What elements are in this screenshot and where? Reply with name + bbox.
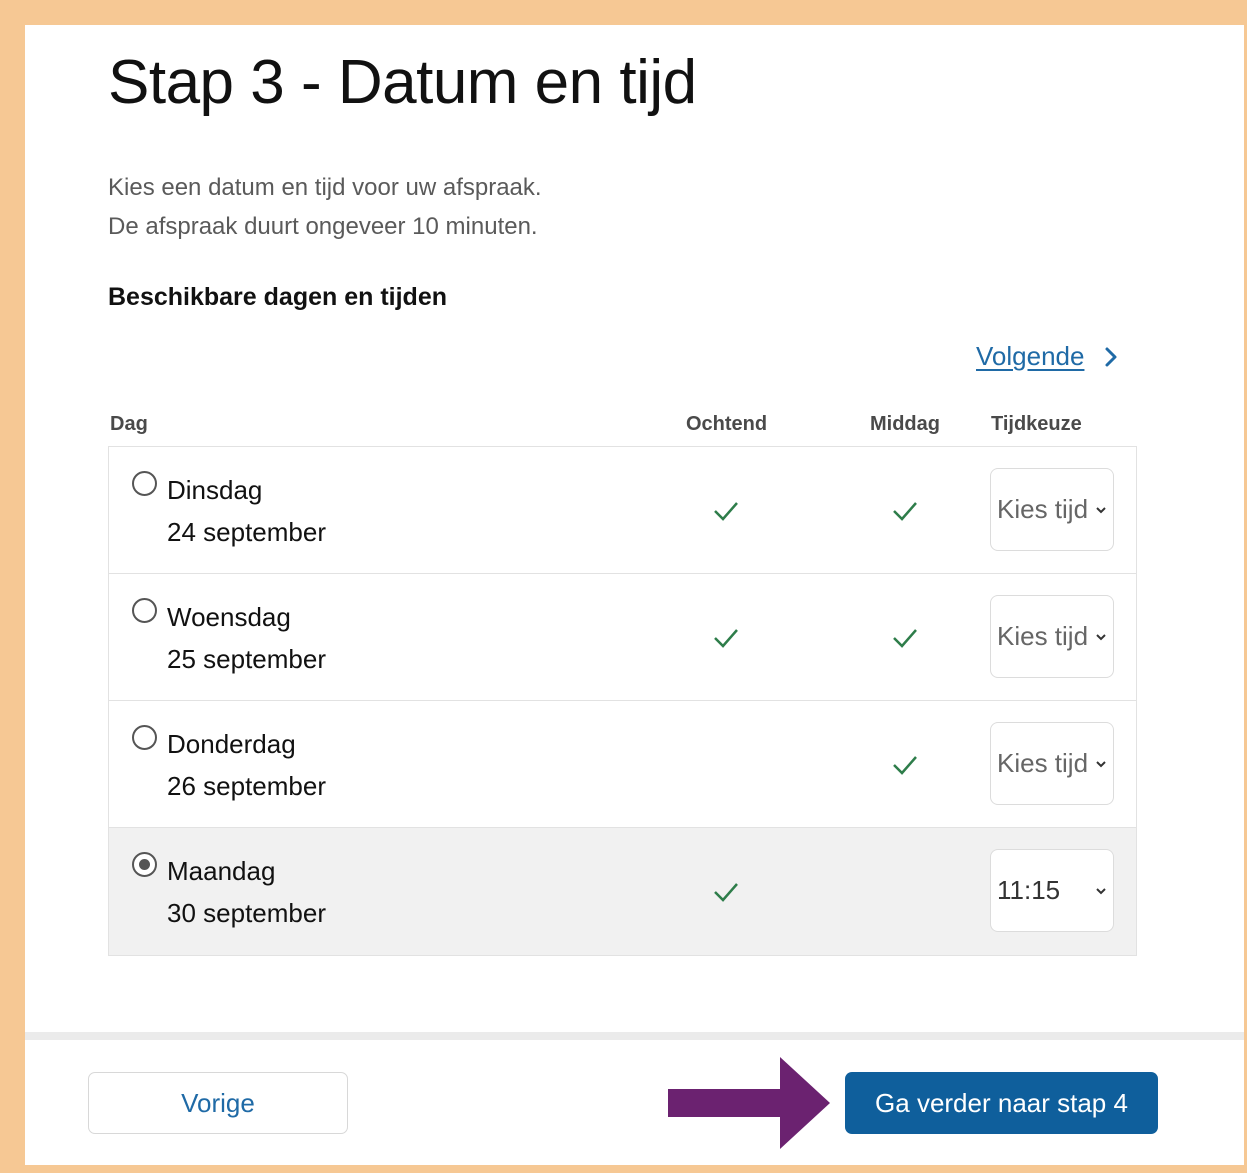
next-week-link[interactable]: Volgende: [976, 341, 1118, 372]
chevron-down-icon: [1096, 760, 1106, 767]
time-select-value: Kies tijd: [997, 748, 1089, 778]
previous-button[interactable]: Vorige: [88, 1072, 348, 1134]
table-row-selected[interactable]: Maandag 30 september 11:15: [109, 828, 1136, 955]
chevron-down-icon: [1096, 633, 1106, 640]
time-select[interactable]: Kies tijd: [990, 722, 1114, 805]
page-title: Stap 3 - Datum en tijd: [108, 48, 697, 117]
time-select-value: 11:15: [997, 875, 1061, 905]
availability-table: Dinsdag 24 september Kies tijd Woensdag …: [108, 446, 1137, 956]
day-date: 25 september: [167, 644, 326, 674]
continue-step-4-button[interactable]: Ga verder naar stap 4: [845, 1072, 1158, 1134]
time-select[interactable]: 11:15: [990, 849, 1114, 932]
time-select[interactable]: Kies tijd: [990, 468, 1114, 551]
table-row[interactable]: Dinsdag 24 september Kies tijd: [109, 447, 1136, 574]
day-radio-selected[interactable]: [132, 852, 157, 877]
morning-checkmark-icon: [714, 629, 738, 648]
header-day: Dag: [110, 413, 148, 435]
arrow-right-icon: [668, 1057, 830, 1149]
table-row[interactable]: Donderdag 26 september Kies tijd: [109, 701, 1136, 828]
footer-divider: [25, 1032, 1244, 1040]
day-name: Maandag: [167, 856, 276, 886]
time-select-value: Kies tijd: [997, 621, 1089, 651]
day-date: 24 september: [167, 517, 326, 547]
intro-line-1: Kies een datum en tijd voor uw afspraak.: [108, 174, 542, 201]
next-week-link-label: Volgende: [976, 341, 1085, 371]
morning-checkmark-icon: [714, 883, 738, 902]
day-radio[interactable]: [132, 725, 157, 750]
afternoon-checkmark-icon: [893, 756, 917, 775]
time-select-value: Kies tijd: [997, 494, 1089, 524]
section-title: Beschikbare dagen en tijden: [108, 283, 447, 311]
day-radio[interactable]: [132, 598, 157, 623]
header-time-choice: Tijdkeuze: [991, 413, 1082, 435]
morning-checkmark-icon: [714, 502, 738, 521]
intro-line-2: De afspraak duurt ongeveer 10 minuten.: [108, 213, 538, 240]
afternoon-checkmark-icon: [893, 502, 917, 521]
day-date: 30 september: [167, 898, 326, 928]
day-name: Dinsdag: [167, 475, 263, 505]
header-morning: Ochtend: [686, 413, 768, 435]
time-select[interactable]: Kies tijd: [990, 595, 1114, 678]
afternoon-checkmark-icon: [893, 629, 917, 648]
intro-text: Kies een datum en tijd voor uw afspraak.…: [108, 168, 542, 246]
chevron-down-icon: [1096, 506, 1106, 513]
day-radio[interactable]: [132, 471, 157, 496]
day-name: Woensdag: [167, 602, 291, 632]
chevron-down-icon: [1096, 887, 1106, 894]
day-date: 26 september: [167, 771, 326, 801]
header-afternoon: Middag: [870, 413, 940, 435]
chevron-right-icon: [1105, 347, 1117, 366]
day-name: Donderdag: [167, 729, 296, 759]
appointment-panel: Stap 3 - Datum en tijd Kies een datum en…: [25, 25, 1244, 1165]
table-row[interactable]: Woensdag 25 september Kies tijd: [109, 574, 1136, 701]
